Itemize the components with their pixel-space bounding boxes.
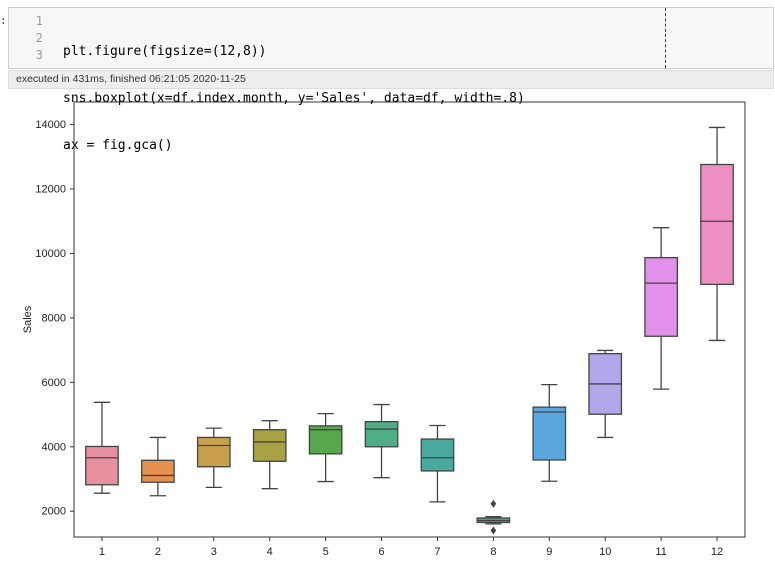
x-tick-label: 9 — [546, 546, 552, 558]
box-month-6 — [364, 420, 399, 448]
code-cell[interactable]: 1 2 3 plt.figure(figsize=(12,8)) sns.box… — [8, 7, 774, 153]
y-tick-label: 2000 — [42, 506, 66, 518]
outlier-point — [490, 526, 497, 535]
x-tick-label: 1 — [99, 546, 105, 558]
code-line[interactable]: plt.figure(figsize=(12,8)) — [63, 43, 773, 60]
boxplot-chart: 2000400060008000100001200014000Sales1 2 3 4… — [22, 101, 746, 558]
x-tick-label: 2 — [155, 546, 161, 558]
x-tick-label: 5 — [323, 546, 329, 558]
x-tick-label: 6 — [378, 546, 384, 558]
line-number: 1 — [35, 14, 43, 28]
line-number: 2 — [35, 31, 43, 45]
box-month-11 — [644, 256, 678, 337]
x-tick-label: 7 — [434, 546, 440, 558]
line-number-gutter: 1 2 3 — [9, 8, 53, 68]
y-axis-label: Sales — [22, 305, 34, 333]
x-tick-label: 3 — [211, 546, 217, 558]
y-tick-label: 6000 — [42, 377, 66, 389]
x-tick-label: 8 — [490, 546, 496, 558]
y-tick-label: 8000 — [42, 312, 66, 324]
y-tick-label: 10000 — [35, 248, 66, 260]
x-tick-label: 4 — [267, 546, 273, 558]
y-tick-label: 12000 — [35, 184, 66, 196]
line-length-ruler — [665, 8, 666, 68]
box-month-12 — [700, 163, 734, 286]
box-month-1 — [85, 445, 119, 486]
line-number: 3 — [35, 48, 43, 62]
box-month-9 — [532, 406, 567, 461]
cell-prompt-marker: : — [0, 14, 7, 27]
x-tick-label: 11 — [655, 546, 666, 558]
cell-output: 2000 4000 6000 8000 10000 12000 14000 Sales 1 2 3 4… — [0, 92, 775, 571]
x-tick-label: 10 — [599, 546, 611, 558]
box-month-7 — [420, 438, 455, 472]
outlier-point — [490, 499, 497, 508]
execution-info: executed in 431ms, finished 06:21:05 202… — [8, 70, 774, 89]
x-tick-label: 12 — [711, 546, 723, 558]
box-month-3 — [196, 436, 231, 468]
y-tick-label: 4000 — [42, 441, 66, 453]
box-month-2 — [141, 459, 175, 483]
y-tick-label: 14000 — [35, 119, 66, 131]
box-month-4 — [252, 429, 287, 462]
